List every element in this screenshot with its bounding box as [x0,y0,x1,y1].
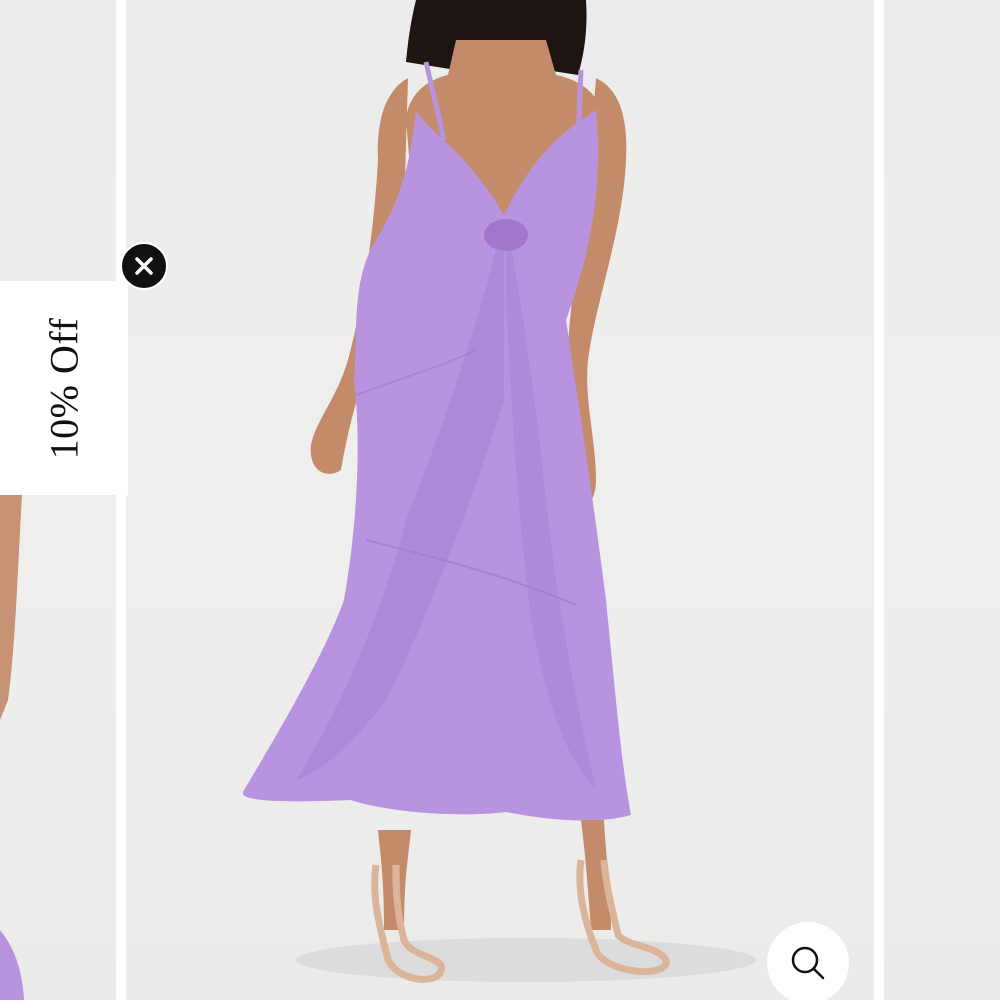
next-product-photo [884,0,1000,1000]
zoom-image-button[interactable] [767,922,849,1000]
product-image-carousel: 10% Off [0,0,1000,1000]
carousel-slide-previous[interactable] [0,0,116,1000]
close-promo-button[interactable] [120,242,168,290]
previous-product-photo [0,495,24,1000]
carousel-slide-next[interactable] [884,0,1000,1000]
close-icon [135,257,153,275]
discount-promo-tab[interactable]: 10% Off [0,281,128,495]
model-in-lavender-dress-photo [242,0,756,983]
discount-promo-label: 10% Off [41,317,87,459]
carousel-slide-main[interactable] [126,0,874,1000]
magnifier-icon [791,946,825,980]
